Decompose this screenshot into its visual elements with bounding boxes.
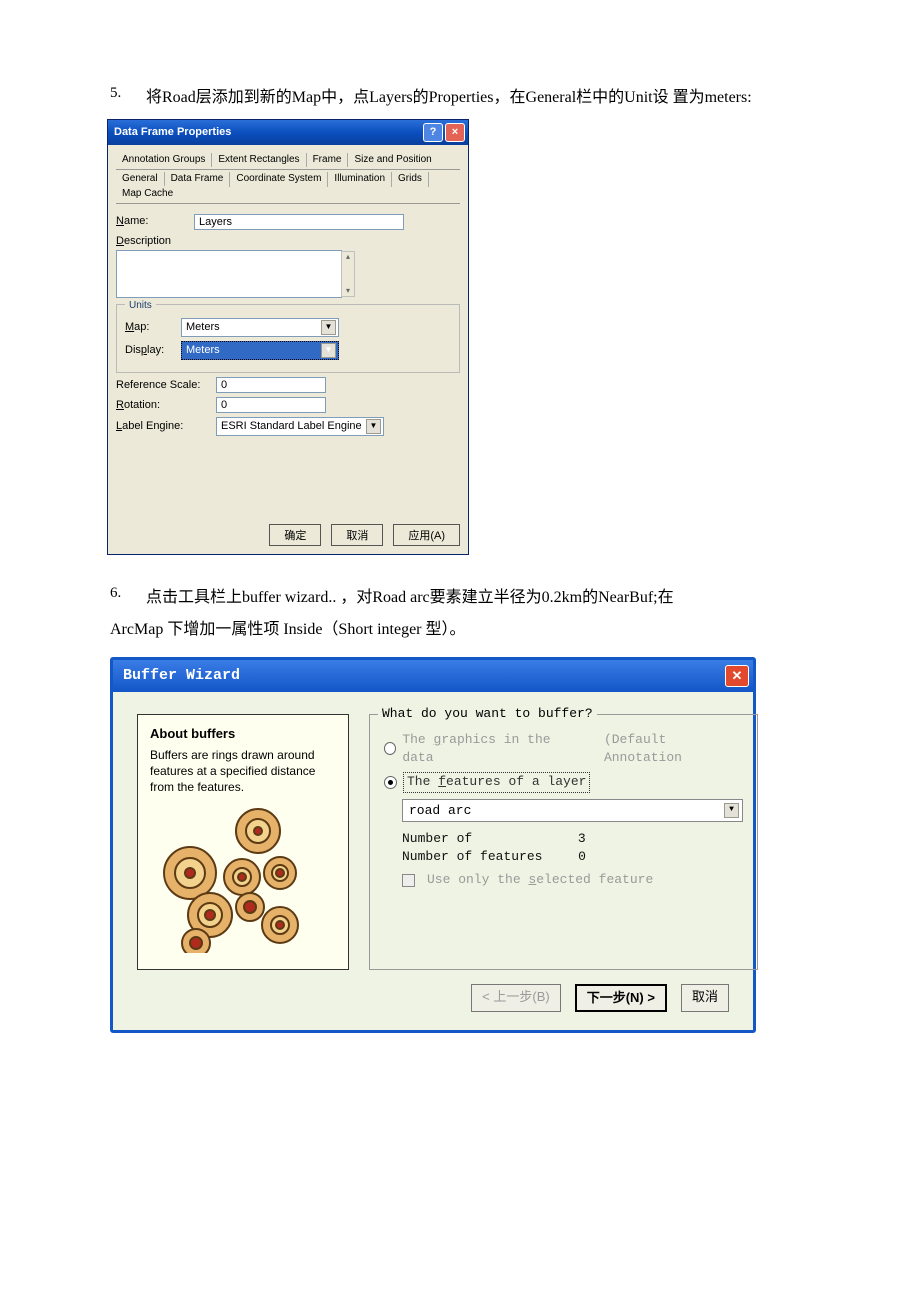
units-fieldset: Units Map: Meters ▼ Display: Meters ▼ [116,304,460,373]
checkbox-use-selected[interactable]: Use only the selected feature [402,871,743,889]
bw-titlebar: Buffer Wizard ✕ [113,660,753,692]
step6-text-line1: 点击工具栏上buffer wizard.. ，对Road arc要素建立半径为0… [146,585,674,611]
about-buffers-panel: About buffers Buffers are rings drawn ar… [137,714,349,970]
radio-features-label: The features of a layer [403,772,590,793]
buffer-options-panel: What do you want to buffer? The graphics… [369,714,758,970]
step6-number: 6. [110,585,128,611]
scrollbar-icon[interactable]: ▴▾ [341,251,355,297]
bw-title: Buffer Wizard [123,666,240,686]
chevron-down-icon: ▼ [366,419,381,434]
radio-graphics[interactable]: The graphics in the data (Default Annota… [384,731,743,766]
buffer-wizard-dialog: Buffer Wizard ✕ About buffers Buffers ar… [110,657,756,1033]
step6-text-line2: ArcMap 下增加一属性项 Inside（Short integer 型）。 [110,617,820,643]
buffer-illustration-icon [150,803,336,953]
ok-button[interactable]: 确定 [269,524,321,546]
layer-select[interactable]: road arc ▼ [402,799,743,823]
chevron-down-icon: ▼ [321,320,336,335]
help-icon[interactable]: ? [423,123,443,142]
close-icon[interactable]: × [445,123,465,142]
map-units-value: Meters [186,320,220,335]
dfp-tabs: Annotation Groups Extent Rectangles Fram… [116,151,460,204]
tab-frame[interactable]: Frame [307,153,349,167]
chevron-down-icon: ▼ [321,343,336,358]
tab-illumination[interactable]: Illumination [328,172,392,188]
use-selected-label: Use only the selected feature [427,871,653,889]
doc-step-6: 6. 点击工具栏上buffer wizard.. ，对Road arc要素建立半… [110,585,820,611]
tab-general[interactable]: General [116,172,165,188]
display-units-select[interactable]: Meters ▼ [181,341,339,360]
number-of-row: Number of 3 [402,830,743,848]
name-label: Name: [116,214,194,229]
chevron-down-icon: ▼ [724,803,739,818]
rotation-input[interactable] [216,397,326,413]
name-input[interactable] [194,214,404,230]
description-label: Description [116,234,194,249]
number-of-features-row: Number of features 0 [402,848,743,866]
tab-data-frame[interactable]: Data Frame [165,172,231,188]
about-text: Buffers are rings drawn around features … [150,747,336,796]
tab-size-position[interactable]: Size and Position [348,153,437,167]
back-button[interactable]: < 上一步(B) [471,984,561,1012]
refscale-input[interactable] [216,377,326,393]
labelengine-value: ESRI Standard Label Engine [221,419,362,434]
refscale-label: Reference Scale: [116,378,216,393]
tab-coord-system[interactable]: Coordinate System [230,172,328,188]
step5-text: 将Road层添加到新的Map中，点Layers的Properties，在Gene… [146,85,752,111]
units-legend: Units [125,300,156,311]
description-textarea[interactable] [116,250,342,298]
layer-value: road arc [409,802,471,820]
labelengine-label: Label Engine: [116,419,216,434]
rotation-label: Rotation: [116,398,216,413]
checkbox-icon [402,874,415,887]
tab-extent-rectangles[interactable]: Extent Rectangles [212,153,306,167]
tab-map-cache[interactable]: Map Cache [116,187,179,201]
doc-step-5: 5. 将Road层添加到新的Map中，点Layers的Properties，在G… [110,85,820,111]
display-units-label: Display: [125,343,181,358]
dfp-titlebar: Data Frame Properties ? × [108,120,468,145]
step5-number: 5. [110,85,128,111]
data-frame-properties-dialog: Data Frame Properties ? × Annotation Gro… [107,119,469,555]
bw-legend: What do you want to buffer? [378,705,597,723]
close-icon[interactable]: ✕ [725,665,749,687]
map-units-label: Map: [125,320,181,335]
display-units-value: Meters [186,343,220,358]
radio-graphics-suffix: (Default Annotation [604,731,743,766]
next-button[interactable]: 下一步(N) > [575,984,667,1012]
radio-graphics-label: The graphics in the data [402,731,578,766]
cancel-button[interactable]: 取消 [331,524,383,546]
tab-grids[interactable]: Grids [392,172,429,188]
dfp-title: Data Frame Properties [114,125,231,140]
tab-annotation-groups[interactable]: Annotation Groups [116,153,212,167]
labelengine-select[interactable]: ESRI Standard Label Engine ▼ [216,417,384,436]
map-units-select[interactable]: Meters ▼ [181,318,339,337]
cancel-button[interactable]: 取消 [681,984,729,1012]
apply-button[interactable]: 应用(A) [393,524,460,546]
radio-features[interactable]: The features of a layer [384,772,743,793]
about-title: About buffers [150,725,336,743]
